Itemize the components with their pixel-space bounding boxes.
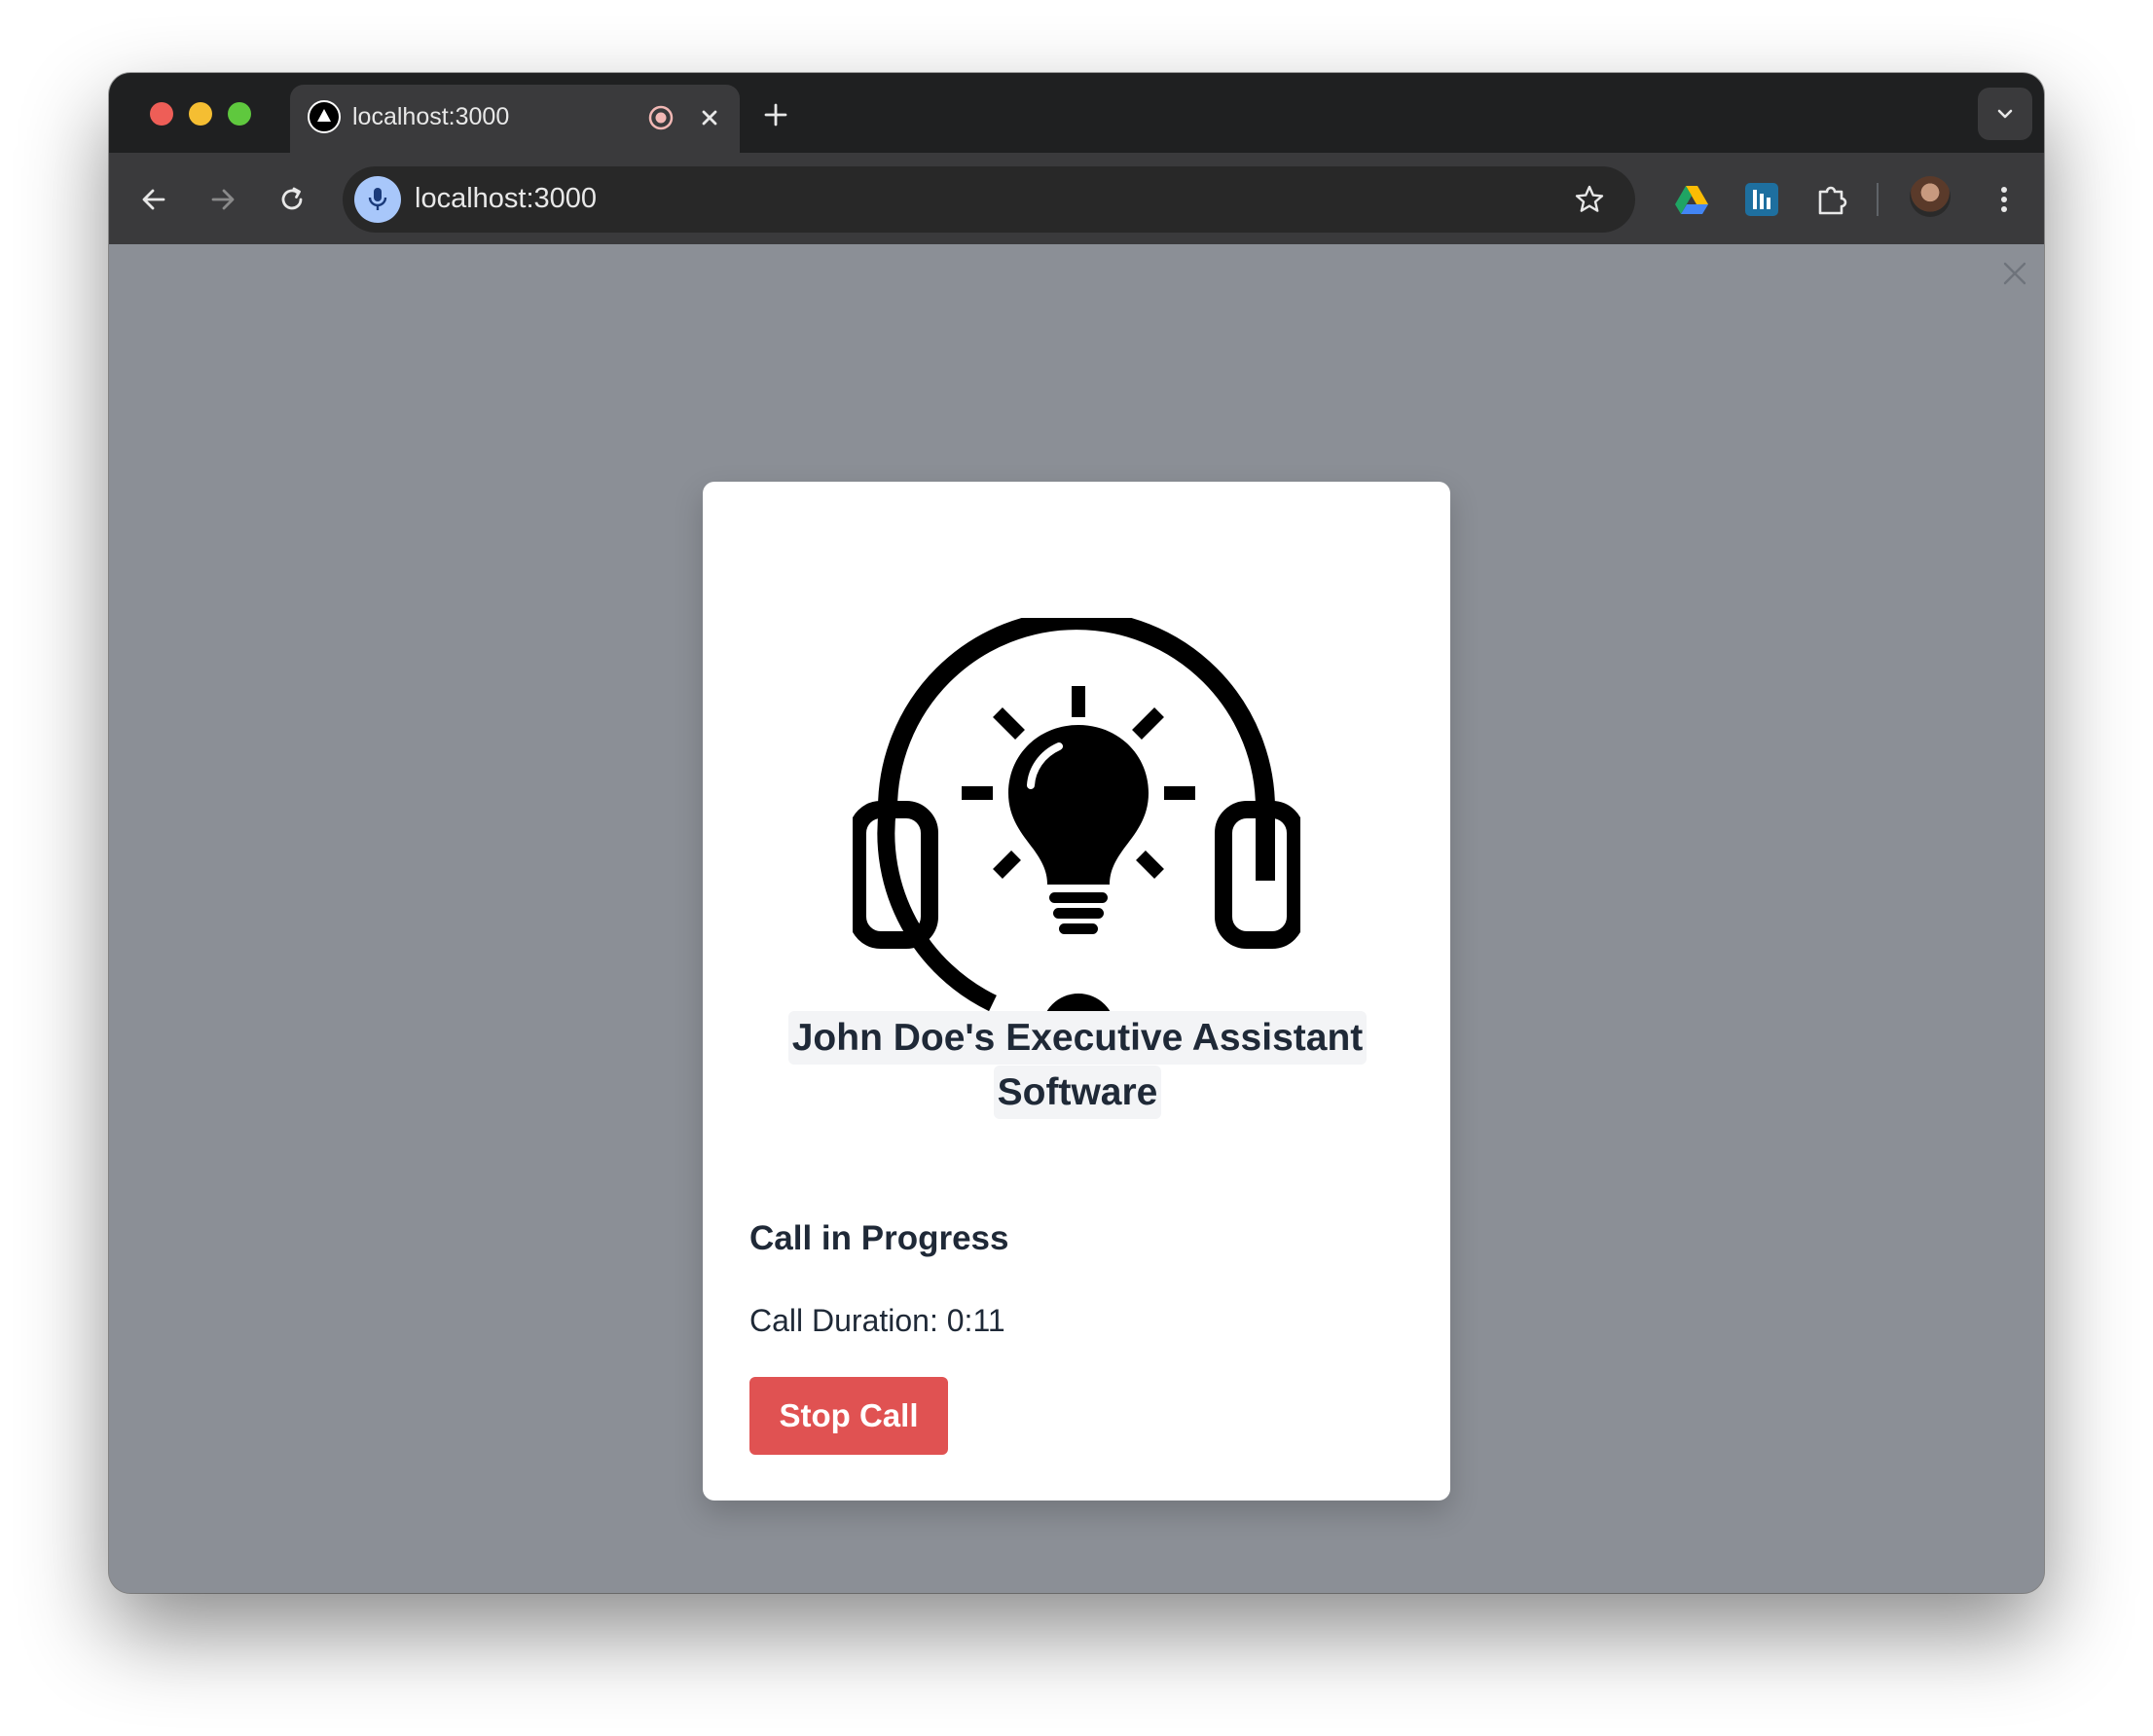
close-icon[interactable] [1999, 258, 2030, 289]
plus-icon[interactable] [761, 100, 790, 129]
avatar[interactable] [1910, 176, 1951, 217]
reload-icon[interactable] [275, 183, 309, 216]
tab-search-button[interactable] [1978, 88, 2032, 140]
extension-app-icon[interactable] [1742, 180, 1781, 219]
headset-lightbulb-icon [853, 618, 1300, 1023]
page-content: John Doe's Executive Assistant Software … [109, 244, 2044, 1593]
nextjs-triangle-icon [308, 100, 341, 133]
call-duration: Call Duration: 0:11 [749, 1303, 1005, 1339]
browser-window: localhost:3000 localhost:3000 John Doe's… [109, 73, 2044, 1593]
call-modal: John Doe's Executive Assistant Software … [703, 482, 1450, 1501]
assistant-title-text: John Doe's Executive Assistant Software [787, 1011, 1368, 1119]
toolbar-divider [1877, 183, 1879, 216]
address-bar[interactable]: localhost:3000 [343, 166, 1635, 233]
record-icon [646, 103, 675, 132]
browser-tab[interactable]: localhost:3000 [290, 85, 740, 153]
puzzle-piece-icon[interactable] [1812, 180, 1851, 219]
kebab-menu-icon[interactable] [1989, 183, 2019, 216]
tab-bar: localhost:3000 [109, 73, 2044, 153]
arrow-left-icon[interactable] [137, 183, 170, 216]
browser-toolbar: localhost:3000 [109, 153, 2044, 244]
call-status-heading: Call in Progress [749, 1219, 1009, 1257]
star-icon[interactable] [1573, 183, 1606, 216]
call-duration-label: Call Duration: [749, 1303, 938, 1338]
minimize-window-button[interactable] [189, 102, 212, 126]
chevron-down-icon [1997, 109, 2013, 119]
maximize-window-button[interactable] [228, 102, 251, 126]
google-drive-icon[interactable] [1672, 180, 1711, 219]
close-window-button[interactable] [150, 102, 173, 126]
arrow-right-icon[interactable] [206, 183, 239, 216]
microphone-icon[interactable] [354, 176, 401, 223]
close-icon[interactable] [695, 103, 724, 132]
call-duration-value: 0:11 [946, 1303, 1005, 1338]
tab-title: localhost:3000 [352, 103, 510, 130]
stop-call-button[interactable]: Stop Call [749, 1377, 948, 1455]
url-text[interactable]: localhost:3000 [415, 183, 597, 215]
assistant-title: John Doe's Executive Assistant Software [761, 1011, 1394, 1120]
